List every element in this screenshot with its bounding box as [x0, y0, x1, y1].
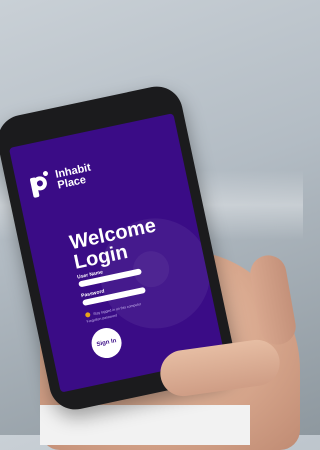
sign-in-button[interactable]: Sign In [88, 325, 125, 361]
app-logo: Inhabit Place [29, 162, 95, 198]
remember-checkbox[interactable] [84, 311, 91, 318]
inhabit-place-logo-icon [29, 170, 54, 198]
shirt-sleeve [40, 405, 250, 445]
logo-text: Inhabit Place [54, 162, 94, 192]
